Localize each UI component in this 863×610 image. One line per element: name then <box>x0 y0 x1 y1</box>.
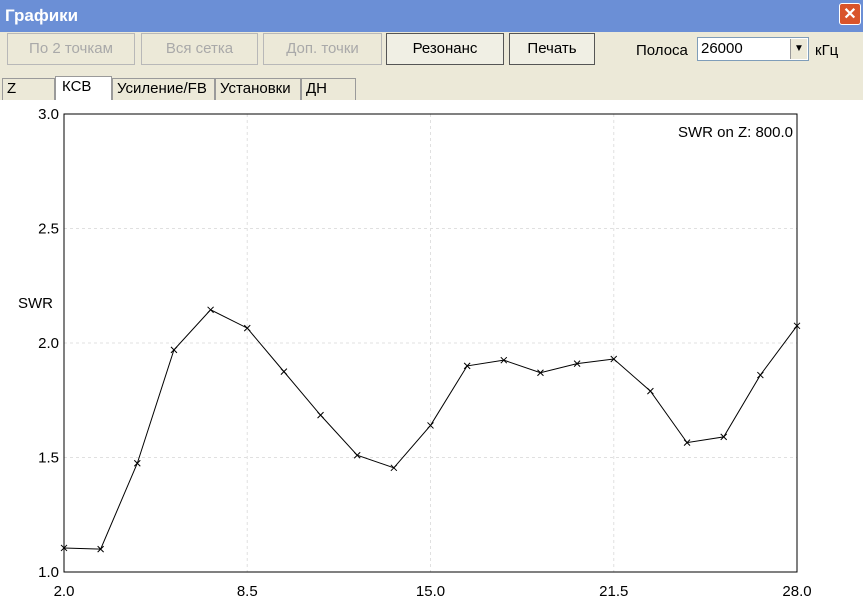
data-point-marker <box>133 459 141 467</box>
extra-points-button[interactable]: Доп. точки <box>263 33 382 65</box>
chart-area: 2.0 8.5 15.0 21.5 28.0 1.0 1.5 2.0 2.5 3.0 SWR SW… <box>0 100 863 610</box>
data-point-marker <box>537 369 544 377</box>
data-point-marker <box>280 368 288 375</box>
two-points-button[interactable]: По 2 точкам <box>7 33 135 65</box>
close-button[interactable]: ✕ <box>839 3 861 25</box>
title-bar: Графики ✕ <box>0 0 863 32</box>
toolbar: По 2 точкам Вся сетка Доп. точки Резонан… <box>0 32 863 74</box>
tab-swr[interactable]: КСВ <box>55 76 112 101</box>
data-point-marker <box>647 387 654 395</box>
tab-pattern[interactable]: ДН <box>301 78 356 100</box>
x-tick-label: 15.0 <box>416 583 445 600</box>
y-tick-label: 1.5 <box>38 450 59 467</box>
band-label: Полоса <box>636 42 688 59</box>
swr-series-line <box>63 309 798 550</box>
window-title: Графики <box>5 6 79 25</box>
data-point-marker <box>170 346 178 354</box>
x-tick-label: 8.5 <box>237 583 258 600</box>
print-button[interactable]: Печать <box>509 33 595 65</box>
chevron-down-icon[interactable]: ▼ <box>790 39 807 59</box>
band-value: 26000 <box>701 40 743 57</box>
x-tick-label: 28.0 <box>782 583 811 600</box>
chart-annotation: SWR on Z: 800.0 <box>678 124 793 141</box>
data-point-marker <box>207 306 214 314</box>
band-unit: кГц <box>815 42 839 59</box>
y-tick-label: 3.0 <box>38 106 59 123</box>
tab-gain-fb[interactable]: Усиление/FB <box>112 78 215 100</box>
tab-z[interactable]: Z <box>2 78 55 100</box>
data-point-marker <box>317 411 324 419</box>
y-tick-label: 2.5 <box>38 221 59 238</box>
tab-settings[interactable]: Установки <box>215 78 301 100</box>
y-tick-label: 2.0 <box>38 335 59 352</box>
x-tick-label: 2.0 <box>54 583 75 600</box>
resonance-button[interactable]: Резонанс <box>386 33 504 65</box>
tab-bar: Z КСВ Усиление/FB Установки ДН <box>0 76 863 101</box>
data-point-marker <box>756 371 764 379</box>
data-point-marker <box>390 464 398 472</box>
full-grid-button[interactable]: Вся сетка <box>141 33 258 65</box>
y-axis-label: SWR <box>18 295 53 312</box>
x-tick-label: 21.5 <box>599 583 628 600</box>
data-point-marker <box>353 451 361 459</box>
swr-chart: 2.0 8.5 15.0 21.5 28.0 1.0 1.5 2.0 2.5 3.0 SWR SW… <box>18 106 812 600</box>
close-icon: ✕ <box>843 6 857 23</box>
band-select[interactable]: 26000 ▼ <box>697 37 809 61</box>
y-tick-label: 1.0 <box>38 564 59 581</box>
